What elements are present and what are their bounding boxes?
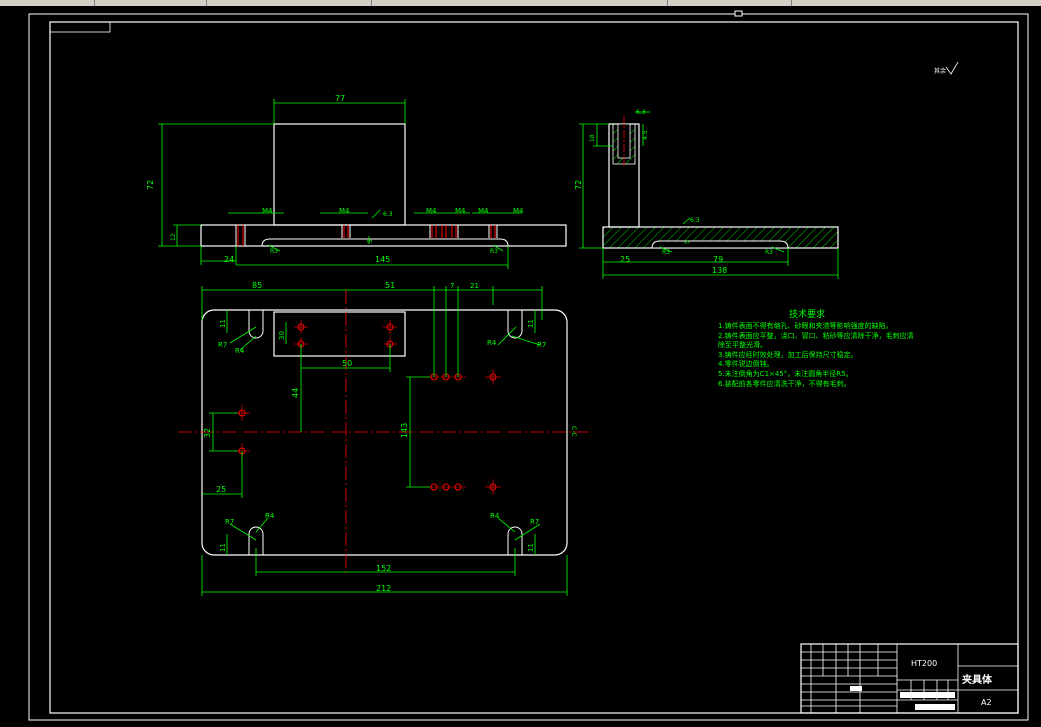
dim-counterbore-depth: 18 [589,134,596,142]
side-radius-right: R3 [765,249,773,256]
dim-143: 143 [400,423,409,438]
title-block-fill-bar [915,704,955,710]
top-plate-outline [201,309,568,556]
dim-32: 32 [203,428,212,438]
dim-hole-1: M4 [262,207,273,215]
note-line: 3.铸件应经时效处理，加工后保持尺寸稳定。 [718,350,858,359]
dim-counterbore-dia: 4.5 [642,130,649,140]
upright-footprint [273,311,406,357]
dim-11-left: 11 [219,319,227,328]
side-view: 18 4.5 72 25 79 138 6.3 6.3 R3 R3 5 [574,109,839,279]
radius-R4-top-right: R4 [487,339,497,347]
side-slot-depth: 5 [684,240,691,244]
radius-R4-top-left: R4 [235,347,245,355]
note-line: 2.铸件表面应平整，浇口、冒口、粘砂等应清除干净，毛刺应清 [718,331,914,340]
radius-R7-bottom-right: R7 [530,518,539,526]
technical-requirements-title: 技术要求 [789,310,826,320]
drawing-number-box [49,21,111,33]
slot-top-right [507,310,523,339]
roughness-value: 6.3 [383,211,393,218]
dim-side-height: 72 [574,180,583,190]
dim-hole-4: M4 [455,207,466,215]
dim-radius-left: R3 [270,248,278,255]
technical-requirements-list: 1.铸件表面不得有缩孔、砂眼和夹渣等影响强度的缺陷。 2.铸件表面应平整，浇口、… [718,322,914,389]
surface-note-text: 其余 [934,67,946,75]
radius-R4-bottom-left: R4 [265,512,275,520]
side-bottom-slot [651,240,789,249]
dim-left-offset: 24 [224,255,234,264]
dim-50: 50 [342,359,352,368]
dim-21: 21 [470,282,479,290]
dim-hole-6: M4 [513,207,524,215]
dim-51: 51 [385,281,395,290]
surface-roughness-note: 其余 [934,61,959,75]
note-line: 除至平整光滑。 [718,341,767,350]
dim-212: 212 [376,584,391,593]
dim-7: 7 [450,282,454,290]
dim-bottom-length: 145 [375,255,390,264]
dim-base-height: 12 [170,233,177,241]
radius-R4-bottom-right: R4 [490,512,500,520]
dim-44: 44 [291,388,300,398]
dim-11-bottom-left: 11 [219,543,227,552]
sheet-size: A2 [981,698,992,707]
dim-top-width: 77 [335,94,345,103]
radius-R7-top-left: R7 [218,341,227,349]
dim-radius-right: R3 [490,248,498,255]
frame-marker [734,10,743,17]
material-label: HT200 [911,659,937,668]
dim-side-middle-length: 79 [713,255,723,264]
dim-hole-5: M4 [478,207,489,215]
title-block-fill-bar [900,692,955,698]
side-roughness-bottom: 6.3 [690,217,700,224]
slot-top-left [248,310,264,339]
front-bottom-slot [261,238,509,247]
dim-25: 25 [216,485,226,494]
dim-11-right: 11 [527,319,535,328]
dim-152: 152 [376,564,391,573]
roughness-symbol-icon [945,61,959,75]
dim-85: 85 [252,281,262,290]
title-block-fill-bar [850,686,862,691]
dim-hole-2: M4 [339,207,350,215]
front-base-plate [200,224,567,247]
radius-R7-bottom-left: R7 [225,518,234,526]
dim-30: 30 [278,331,286,340]
dim-11-bottom-right: 11 [527,543,535,552]
dim-total-height: 72 [146,180,155,190]
dim-slot-depth: 5 [367,239,374,243]
note-line: 4.零件锐边倒钝。 [718,360,774,369]
front-view: 77 72 12 24 145 M4 M4 M4 M4 M4 M4 6.3 R3… [146,94,567,269]
side-radius-left: R3 [662,249,670,256]
top-view: 85 51 7 21 11 11 30 50 44 25 32 143 152 … [178,281,592,596]
dim-hole-3: M4 [426,207,437,215]
radius-R7-top-right: R7 [537,341,546,349]
dim-side-total-length: 138 [712,266,727,275]
part-name: 夹具体 [962,673,993,686]
note-line: 5.未注倒角为C1×45°，未注圆角半径R5。 [718,369,853,378]
note-line: 6.装配前各零件应清洗干净，不得有毛刺。 [718,379,851,388]
dim-side-left-offset: 25 [620,255,630,264]
note-line: 1.铸件表面不得有缩孔、砂眼和夹渣等影响强度的缺陷。 [718,322,893,330]
section-mark: C-C [570,426,577,437]
side-roughness-top: 6.3 [636,109,646,116]
